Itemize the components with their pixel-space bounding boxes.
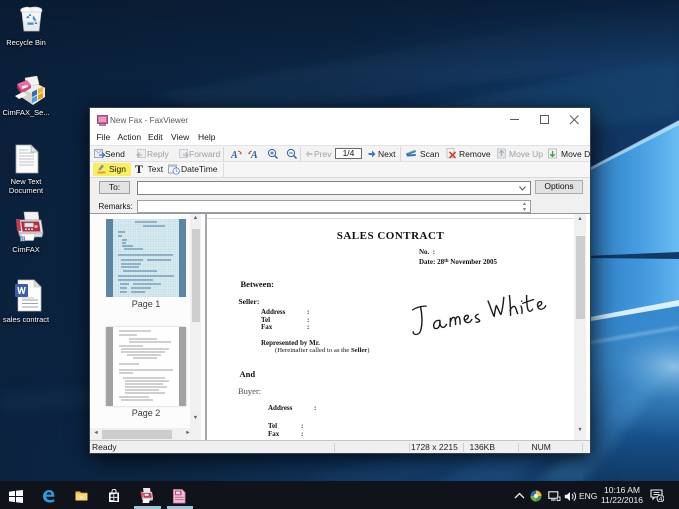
svg-text:4: 4 (659, 496, 663, 502)
svg-text:A: A (230, 150, 238, 160)
